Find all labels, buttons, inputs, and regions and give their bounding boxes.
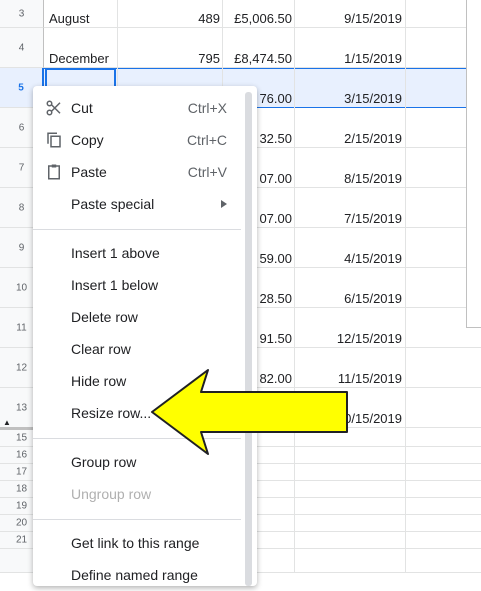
menu-item-label: Ungroup row: [71, 486, 152, 502]
menu-item-paste[interactable]: Paste Ctrl+V: [33, 156, 257, 188]
scissors-icon: [46, 100, 61, 116]
cell-d7[interactable]: 8/15/2019: [296, 171, 402, 186]
menu-item-insert-above[interactable]: Insert 1 above: [33, 237, 257, 269]
row-header-4[interactable]: 4: [0, 28, 44, 68]
menu-item-cut[interactable]: Cut Ctrl+X: [33, 92, 257, 124]
column-divider: [294, 0, 295, 573]
context-menu: Cut Ctrl+X Copy Ctrl+C Paste Ctrl+V Past…: [33, 86, 257, 586]
shortcut-label: Ctrl+C: [186, 132, 227, 148]
shortcut-label: Ctrl+V: [187, 164, 227, 180]
menu-separator: [33, 519, 241, 520]
menu-separator: [33, 229, 241, 230]
shortcut-label: Ctrl+X: [187, 100, 227, 116]
menu-item-copy[interactable]: Copy Ctrl+C: [33, 124, 257, 156]
menu-item-insert-below[interactable]: Insert 1 below: [33, 269, 257, 301]
menu-item-label: Hide row: [71, 373, 127, 389]
cell-d12[interactable]: 11/15/2019: [296, 371, 402, 386]
cell-b4[interactable]: 795: [120, 51, 220, 66]
expand-up-icon[interactable]: ▲: [3, 418, 11, 427]
cell-d11[interactable]: 12/15/2019: [296, 331, 402, 346]
menu-item-resize-row[interactable]: Resize row...: [33, 397, 257, 429]
cell-c3[interactable]: £5,006.50: [224, 11, 292, 26]
menu-item-paste-special[interactable]: Paste special: [33, 188, 257, 220]
cell-d4[interactable]: 1/15/2019: [296, 51, 402, 66]
menu-item-label: Get link to this range: [71, 535, 200, 551]
cell-d9[interactable]: 4/15/2019: [296, 251, 402, 266]
cell-a4[interactable]: December: [49, 51, 115, 66]
menu-item-group-row[interactable]: Group row: [33, 446, 257, 478]
cell-d6[interactable]: 2/15/2019: [296, 131, 402, 146]
menu-item-label: Insert 1 above: [71, 245, 160, 261]
cell-a3[interactable]: August: [49, 11, 115, 26]
cell-c4[interactable]: £8,474.50: [224, 51, 292, 66]
clipboard-icon: [48, 164, 60, 180]
menu-item-define-named-range[interactable]: Define named range: [33, 559, 257, 591]
cell-d3[interactable]: 9/15/2019: [296, 11, 402, 26]
column-divider: [405, 0, 406, 573]
menu-item-label: Resize row...: [71, 405, 152, 421]
menu-separator: [33, 438, 241, 439]
cell-b3[interactable]: 489: [120, 11, 220, 26]
row-header-3[interactable]: 3: [0, 0, 44, 28]
menu-item-delete-row[interactable]: Delete row: [33, 301, 257, 333]
menu-item-label: Paste special: [71, 196, 155, 212]
cell-d5[interactable]: 3/15/2019: [296, 91, 402, 106]
menu-item-label: Clear row: [71, 341, 131, 357]
menu-scrollbar[interactable]: [245, 92, 252, 586]
menu-item-label: Copy: [71, 132, 104, 148]
menu-item-label: Insert 1 below: [71, 277, 159, 293]
side-panel-edge: [466, 0, 481, 328]
menu-item-label: Delete row: [71, 309, 138, 325]
copy-icon: [47, 132, 61, 148]
menu-item-label: Define named range: [71, 567, 198, 583]
menu-item-label: Paste: [71, 164, 107, 180]
menu-item-ungroup-row: Ungroup row: [33, 478, 257, 510]
cell-d10[interactable]: 6/15/2019: [296, 291, 402, 306]
menu-item-hide-row[interactable]: Hide row: [33, 365, 257, 397]
menu-item-clear-row[interactable]: Clear row: [33, 333, 257, 365]
menu-item-label: Group row: [71, 454, 137, 470]
menu-item-get-link[interactable]: Get link to this range: [33, 527, 257, 559]
submenu-arrow-icon: [221, 200, 227, 208]
cell-d13[interactable]: 10/15/2019: [296, 411, 402, 426]
cell-d8[interactable]: 7/15/2019: [296, 211, 402, 226]
menu-item-label: Cut: [71, 100, 93, 116]
